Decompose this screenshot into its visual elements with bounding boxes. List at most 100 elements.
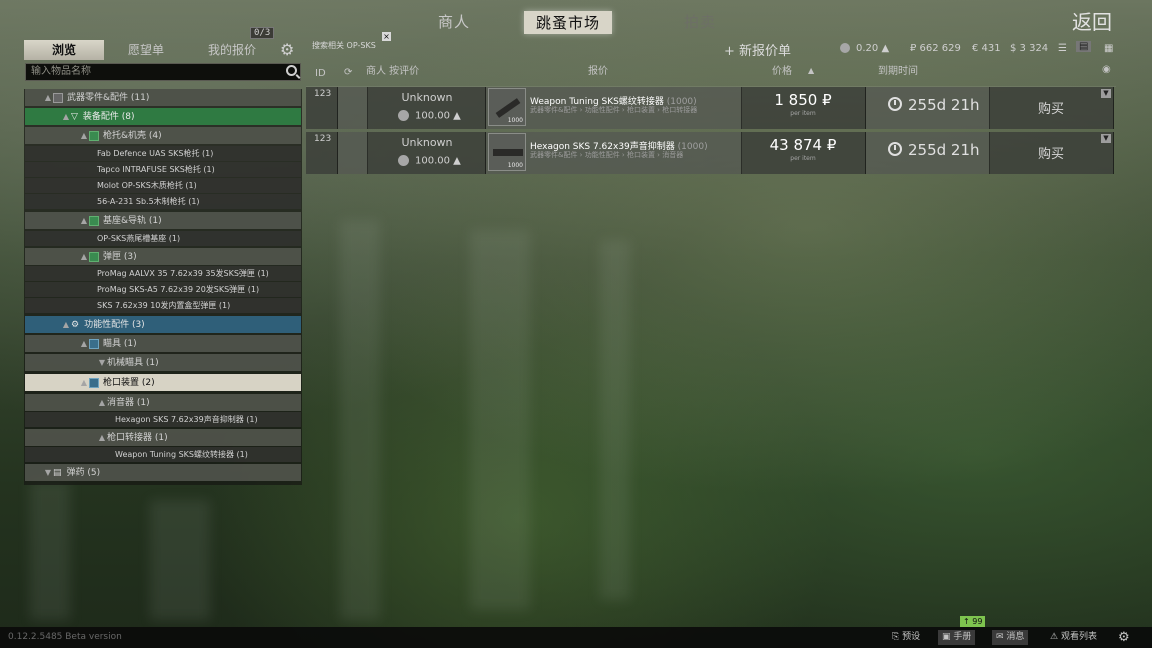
buy-button[interactable]: 购买 (990, 98, 1112, 117)
tab-flea-market[interactable]: 跳蚤市场 (524, 11, 613, 34)
tab-my-offers[interactable]: 我的报价 (208, 40, 256, 60)
tab-browse[interactable]: 浏览 (24, 40, 104, 60)
tree-leaf[interactable]: 56-A-231 Sb.5木制枪托 (1) (25, 194, 301, 209)
presets-button[interactable]: ⎘ 预设 (888, 630, 924, 645)
tree-item[interactable]: ▼ 机械瞄具 (1) (25, 354, 301, 371)
sight-icon (89, 338, 99, 349)
tree-leaf[interactable]: Fab Defence UAS SKS枪托 (1) (25, 146, 301, 161)
tree-leaf[interactable]: ProMag SKS-A5 7.62x39 20发SKS弹匣 (1) (25, 282, 301, 297)
tree-leaf[interactable]: ProMag AALVX 35 7.62x39 35发SKS弹匣 (1) (25, 266, 301, 281)
header-offer[interactable]: 报价 (588, 62, 608, 77)
per-item-label: per item (790, 110, 816, 117)
trader-rating: 100.00 ▲ (415, 155, 461, 167)
euros-balance: € 431 (972, 43, 1001, 54)
rating-value: 0.20 ▲ (840, 43, 889, 54)
chevron-down-icon[interactable]: ▼ (1101, 134, 1111, 143)
settings-icon[interactable]: ◉ (1102, 64, 1111, 75)
filter-icon: ▽ (71, 112, 78, 122)
tree-item[interactable]: ▲ 消音器 (1) (25, 394, 301, 411)
chevron-up-icon: ▲ (62, 112, 70, 121)
refresh-icon[interactable]: ⟳ (344, 67, 352, 78)
gear-icon[interactable]: ⚙ (280, 42, 294, 58)
detail-view-icon[interactable]: ▤ (1076, 41, 1092, 52)
trader-name[interactable]: Unknown (368, 136, 486, 149)
roubles-balance: ₽ 662 629 (910, 43, 961, 54)
chevron-down-icon: ▼ (44, 468, 52, 477)
magazine-icon (89, 251, 99, 262)
rating-icon (398, 110, 409, 121)
item-thumbnail[interactable]: 1000 (488, 133, 526, 171)
tree-item[interactable]: ▲ 武器零件&配件 (11) (25, 89, 301, 106)
sort-arrow-icon: ▲ (808, 66, 815, 75)
search-placeholder: 输入物品名称 (31, 66, 91, 77)
tab-auction[interactable]: 拍卖 (684, 11, 716, 32)
header-trader[interactable]: 商人 按评价 (366, 62, 419, 77)
tab-wishlist[interactable]: 愿望单 (128, 40, 164, 60)
clock-icon (888, 142, 902, 156)
tree-item-selected[interactable]: ▲ 枪口装置 (2) (25, 374, 301, 391)
grid-view-icon[interactable]: ▦ (1104, 43, 1113, 54)
offer-id: 123 (314, 89, 332, 99)
tree-item[interactable]: ▲ ⚙ 功能性配件 (3) (25, 316, 301, 333)
header-id[interactable]: ID (315, 68, 326, 79)
tree-item[interactable]: ▲ 枪口转接器 (1) (25, 429, 301, 446)
tree-item[interactable]: ▲ 弹匣 (3) (25, 248, 301, 265)
item-thumbnail[interactable]: 1000 (488, 88, 526, 126)
per-item-label: per item (790, 155, 816, 162)
tree-item[interactable]: ▲ 瞄具 (1) (25, 335, 301, 352)
header-expire[interactable]: 到期时间 (878, 62, 918, 77)
tree-item[interactable]: ▲ 基座&导轨 (1) (25, 212, 301, 229)
chevron-up-icon: ▲ (98, 433, 106, 442)
dollars-balance: $ 3 324 (1010, 43, 1049, 54)
left-panel: 浏览 愿望单 我的报价 0/3 ⚙ 输入物品名称 ▲ 武器零件&配件 (11) ▲… (24, 27, 302, 485)
weapon-parts-icon (53, 92, 63, 103)
back-button[interactable]: 返回 (1072, 6, 1112, 35)
settings-gear-icon[interactable]: ⚙ (1114, 630, 1134, 645)
chevron-down-icon: ▼ (98, 358, 106, 367)
ammo-icon: ▤ (53, 468, 62, 478)
chevron-up-icon: ▲ (62, 320, 70, 329)
tree-leaf[interactable]: Weapon Tuning SKS螺纹转接器 (1) (25, 447, 301, 462)
book-icon: ▣ (942, 632, 951, 642)
trader-name[interactable]: Unknown (368, 91, 486, 104)
tree-leaf[interactable]: OP-SKS燕尾槽基座 (1) (25, 231, 301, 246)
chevron-up-icon: ▲ (80, 216, 88, 225)
buy-button[interactable]: 购买 (990, 143, 1112, 162)
chevron-up-icon: ▲ (80, 339, 88, 348)
tree-item[interactable]: ▲ 枪托&机壳 (4) (25, 127, 301, 144)
messages-button[interactable]: ✉ 消息 (992, 630, 1029, 645)
offer-price: 1 850 ₽ (774, 91, 832, 109)
watchlist-button[interactable]: ⚠ 观看列表 (1046, 630, 1101, 645)
tree-item[interactable]: ▲ ▽ 装备配件 (8) (25, 108, 301, 125)
chevron-up-icon: ▲ (44, 93, 52, 102)
add-offer-button[interactable]: + 新报价单 (724, 40, 791, 59)
functional-mods-icon: ⚙ (71, 320, 80, 330)
offer-row: 123 Unknown 100.00 ▲ 1000 Hexagon SKS 7.… (306, 132, 1116, 174)
left-tabs: 浏览 愿望单 我的报价 0/3 ⚙ (24, 27, 302, 62)
top-nav: 商人 跳蚤市场 拍卖 返回 (0, 0, 1152, 40)
tree-leaf[interactable]: SKS 7.62x39 10发内置盒型弹匣 (1) (25, 298, 301, 313)
tree-item[interactable]: ▼ ▤ 弹药 (5) (25, 464, 301, 481)
chevron-up-icon: ▲ (80, 131, 88, 140)
tree-leaf[interactable]: Molot OP-SKS木质枪托 (1) (25, 178, 301, 193)
handbook-button[interactable]: ▣ 手册 (938, 630, 976, 645)
muzzle-icon (89, 377, 99, 388)
search-icon[interactable] (286, 65, 297, 76)
chat-icon: ✉ (996, 632, 1004, 642)
category-tree: ▲ 武器零件&配件 (11) ▲ ▽ 装备配件 (8) ▲ 枪托&机壳 (4) Fab … (24, 89, 302, 485)
close-icon[interactable]: × (382, 32, 391, 41)
tree-leaf[interactable]: Tapco INTRAFUSE SKS枪托 (1) (25, 162, 301, 177)
chevron-down-icon[interactable]: ▼ (1101, 89, 1111, 98)
filter-tag: 搜索相关 OP-SKS (312, 41, 376, 50)
item-category-path: 武器零件&配件 › 功能性配件 › 枪口装置 › 消音器 (530, 151, 684, 159)
offer-count-badge: 0/3 (250, 27, 275, 39)
rating-icon (398, 155, 409, 166)
search-input[interactable]: 输入物品名称 (25, 63, 301, 81)
offer-price: 43 874 ₽ (769, 136, 837, 154)
offers-panel: 搜索相关 OP-SKS × + 新报价单 0.20 ▲ ₽ 662 629 € … (306, 32, 1116, 190)
rating-icon (840, 43, 850, 53)
tab-traders[interactable]: 商人 (438, 11, 470, 32)
header-price[interactable]: 价格 (772, 62, 792, 77)
tree-leaf[interactable]: Hexagon SKS 7.62x39声音抑制器 (1) (25, 412, 301, 427)
list-view-icon[interactable]: ☰ (1058, 43, 1067, 54)
